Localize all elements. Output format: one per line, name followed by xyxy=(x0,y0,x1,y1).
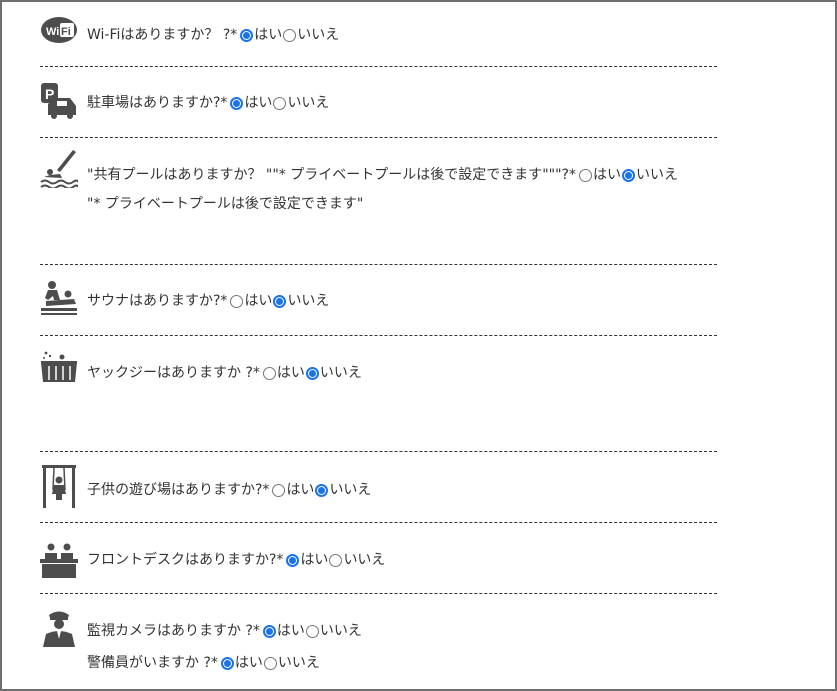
jacuzzi-yes-label: はい xyxy=(276,365,305,381)
playground-no-radio[interactable] xyxy=(315,483,329,497)
parking-icon: P xyxy=(41,83,76,119)
wifi-icon: Wi Fi xyxy=(41,17,77,43)
pool-section: "共有プールはありますか？ ""* プライベートプールは後で設定できます"""?… xyxy=(40,150,717,220)
divider xyxy=(40,264,717,265)
pool-question: "共有プールはありますか？ ""* プライベートプールは後で設定できます"""?… xyxy=(87,166,678,184)
sauna-label: サウナはありますか?* xyxy=(87,293,228,309)
security-section: 監視カメラはありますか ?* はい いいえ 警備員がいますか ?* はい いいえ xyxy=(40,609,717,679)
frontdesk-question: フロントデスクはありますか?* はい いいえ xyxy=(87,551,385,569)
parking-no-label: いいえ xyxy=(287,95,330,111)
wifi-no-label: いいえ xyxy=(297,27,340,43)
pool-no-radio[interactable] xyxy=(621,168,635,182)
guard-yes-label: はい xyxy=(234,655,263,671)
parking-question: 駐車場はありますか?* はい いいえ xyxy=(87,94,329,112)
sauna-question: サウナはありますか?* はい いいえ xyxy=(87,292,329,310)
parking-no-radio[interactable] xyxy=(273,96,287,110)
playground-question: 子供の遊び場はありますか?* はい いいえ xyxy=(87,481,371,499)
parking-yes-label: はい xyxy=(244,95,273,111)
pool-note: "* プライベートプールは後で設定できます" xyxy=(87,196,364,212)
security-guard-icon xyxy=(43,611,75,647)
frontdesk-label: フロントデスクはありますか?* xyxy=(87,552,284,568)
sauna-yes-label: はい xyxy=(244,293,273,309)
frontdesk-section: フロントデスクはありますか?* はい いいえ xyxy=(40,541,717,581)
wifi-no-radio[interactable] xyxy=(283,28,297,42)
frontdesk-no-radio[interactable] xyxy=(329,553,343,567)
divider xyxy=(40,66,717,67)
divider xyxy=(40,522,717,523)
playground-icon xyxy=(42,465,76,508)
guard-no-label: いいえ xyxy=(277,655,320,671)
frontdesk-yes-radio[interactable] xyxy=(286,553,300,567)
pool-label: "共有プールはありますか？ ""* プライベートプールは後で設定できます"""?… xyxy=(87,167,576,183)
jacuzzi-no-label: いいえ xyxy=(319,365,362,381)
guard-no-radio[interactable] xyxy=(263,656,277,670)
frontdesk-yes-label: はい xyxy=(300,552,329,568)
wifi-yes-label: はい xyxy=(254,27,283,43)
sauna-no-label: いいえ xyxy=(287,293,330,309)
divider xyxy=(40,451,717,452)
playground-no-label: いいえ xyxy=(329,482,372,498)
divider xyxy=(40,335,717,336)
frontdesk-no-label: いいえ xyxy=(343,552,386,568)
guard-label: 警備員がいますか ?* xyxy=(87,655,218,671)
parking-section: P 駐車場はありますか?* はい いいえ xyxy=(40,82,717,124)
svg-text:Fi: Fi xyxy=(61,26,71,38)
cctv-question: 監視カメラはありますか ?* はい いいえ xyxy=(87,622,362,640)
jacuzzi-section: ヤックジーはありますか ?* はい いいえ xyxy=(40,350,717,392)
pool-yes-radio[interactable] xyxy=(578,168,592,182)
wifi-section: Wi Fi Wi-Fiはありますか？ ?* はい いいえ xyxy=(40,14,717,54)
jacuzzi-label: ヤックジーはありますか ?* xyxy=(87,365,260,381)
svg-text:Wi: Wi xyxy=(46,26,59,38)
parking-yes-radio[interactable] xyxy=(230,96,244,110)
form-panel: Wi Fi Wi-Fiはありますか？ ?* はい いいえ P 駐車場はありますか… xyxy=(0,0,837,691)
pool-yes-label: はい xyxy=(592,167,621,183)
sauna-icon xyxy=(41,281,77,315)
jacuzzi-question: ヤックジーはありますか ?* はい いいえ xyxy=(87,364,362,382)
playground-yes-label: はい xyxy=(286,482,315,498)
cctv-label: 監視カメラはありますか ?* xyxy=(87,623,260,639)
sauna-yes-radio[interactable] xyxy=(230,294,244,308)
divider xyxy=(40,593,717,594)
guard-question: 警備員がいますか ?* はい いいえ xyxy=(87,654,320,672)
jacuzzi-yes-radio[interactable] xyxy=(262,366,276,380)
playground-label: 子供の遊び場はありますか?* xyxy=(87,482,270,498)
guard-yes-radio[interactable] xyxy=(220,656,234,670)
wifi-label: Wi-Fiはありますか？ ?* xyxy=(87,27,238,43)
pool-no-label: いいえ xyxy=(635,167,678,183)
playground-yes-radio[interactable] xyxy=(272,483,286,497)
sauna-no-radio[interactable] xyxy=(273,294,287,308)
jacuzzi-no-radio[interactable] xyxy=(305,366,319,380)
wifi-question: Wi-Fiはありますか？ ?* はい いいえ xyxy=(87,26,339,44)
pool-icon xyxy=(40,150,78,188)
jacuzzi-icon xyxy=(41,351,77,382)
front-desk-icon xyxy=(40,543,78,578)
cctv-yes-label: はい xyxy=(276,623,305,639)
cctv-no-label: いいえ xyxy=(319,623,362,639)
sauna-section: サウナはありますか?* はい いいえ xyxy=(40,280,717,322)
playground-section: 子供の遊び場はありますか?* はい いいえ xyxy=(40,464,717,510)
parking-label: 駐車場はありますか?* xyxy=(87,95,228,111)
wifi-yes-radio[interactable] xyxy=(240,28,254,42)
cctv-yes-radio[interactable] xyxy=(262,624,276,638)
divider xyxy=(40,137,717,138)
cctv-no-radio[interactable] xyxy=(305,624,319,638)
